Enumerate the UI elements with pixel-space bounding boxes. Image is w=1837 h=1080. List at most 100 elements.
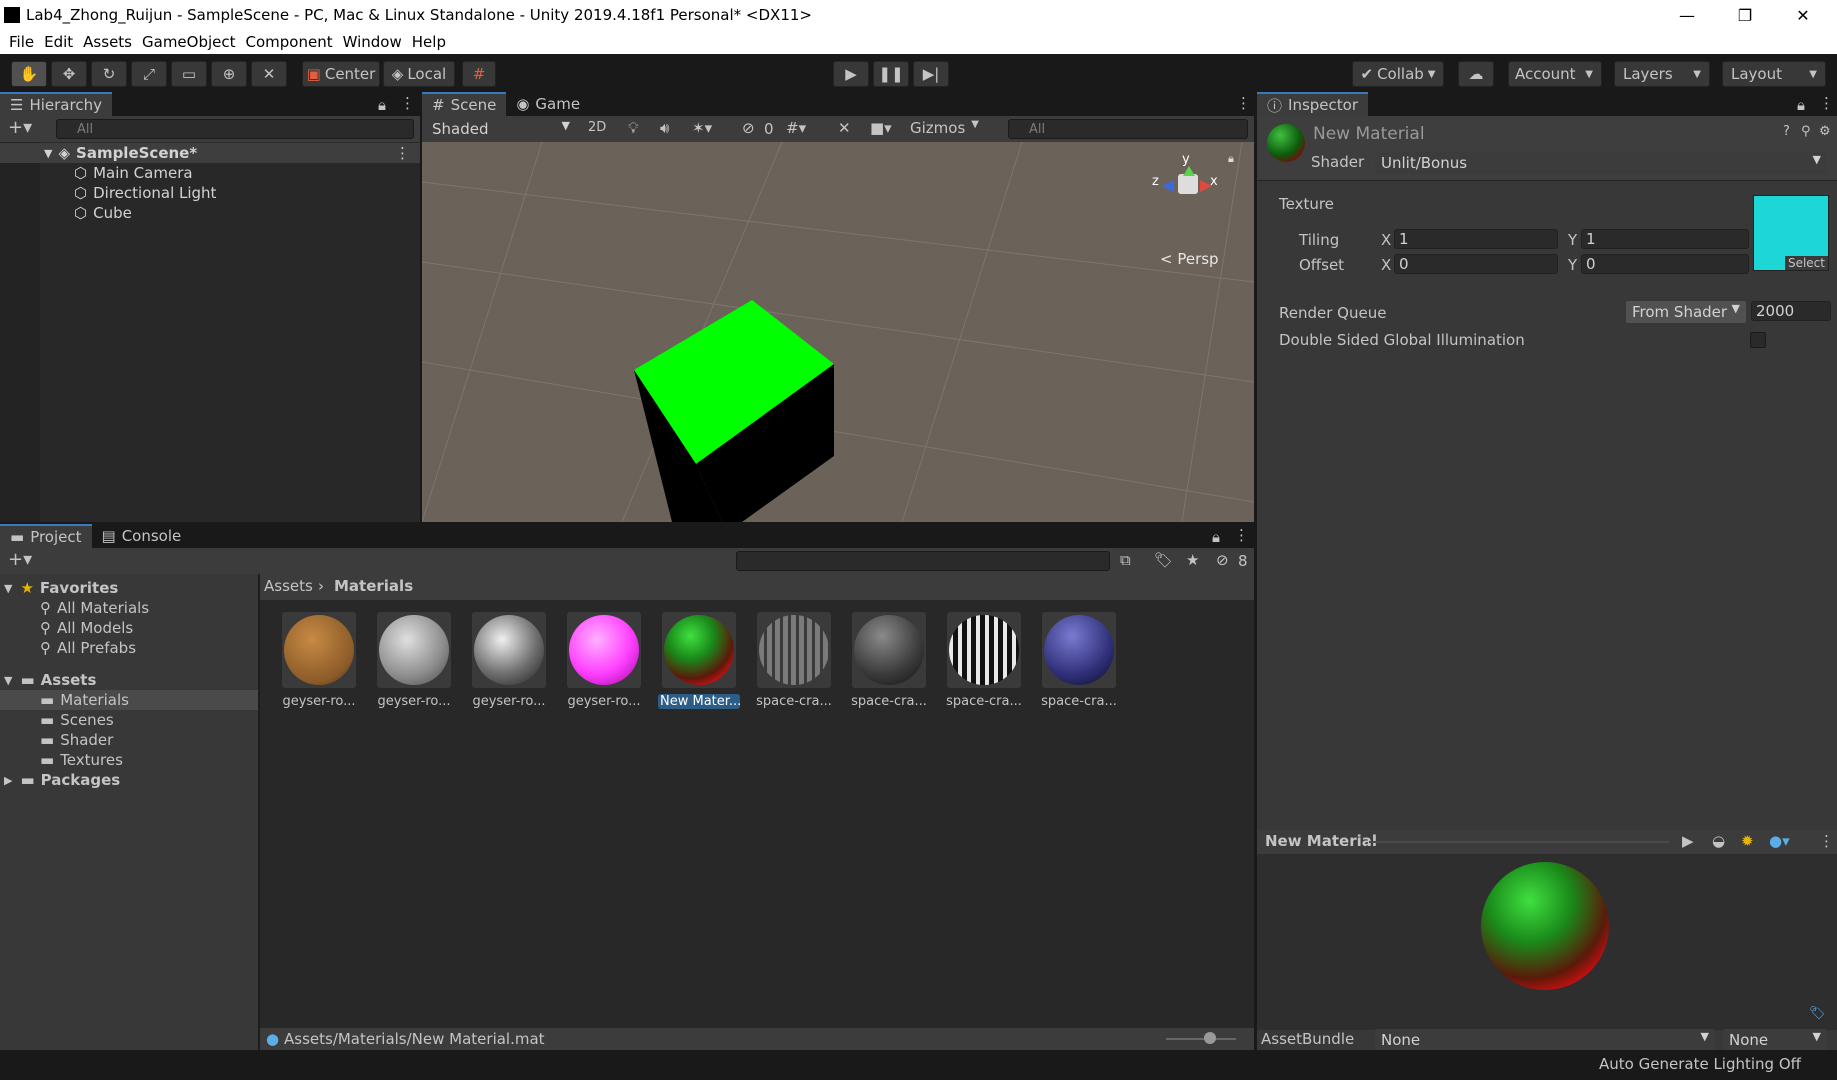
double-sided-gi-checkbox[interactable]	[1750, 332, 1766, 348]
hierarchy-item-directional-light[interactable]: ⬡ Directional Light	[74, 183, 216, 203]
thumbnail-size-slider[interactable]	[1166, 1038, 1236, 1040]
menu-window[interactable]: Window	[342, 33, 403, 51]
asset-item[interactable]: space-cra...	[943, 612, 1025, 709]
transform-tool-button[interactable]: ⊕	[211, 61, 247, 87]
assetbundle-dropdown[interactable]: None ▼	[1375, 1029, 1715, 1051]
hidden-objects-icon[interactable]: ⊘	[742, 119, 755, 137]
folder-shader[interactable]: ▬ Shader	[40, 730, 113, 750]
shader-dropdown[interactable]: Unlit/Bonus ▼	[1375, 152, 1827, 174]
asset-item[interactable]: space-cra...	[753, 612, 835, 709]
minimize-button[interactable]: —	[1658, 0, 1716, 30]
hierarchy-item-cube[interactable]: ⬡ Cube	[74, 203, 132, 223]
close-button[interactable]: ✕	[1774, 0, 1832, 30]
offset-x-field[interactable]: 0	[1394, 254, 1558, 274]
tiling-x-field[interactable]: 1	[1394, 229, 1558, 249]
menu-edit[interactable]: Edit	[43, 33, 74, 51]
more-menu-icon[interactable]: ⋮	[1234, 526, 1249, 544]
tab-hierarchy[interactable]: ☰ Hierarchy	[0, 92, 112, 116]
favorite-star-icon[interactable]: ★	[1186, 551, 1199, 569]
expand-arrow-icon[interactable]: ▼	[44, 147, 52, 160]
tab-scene[interactable]: # Scene	[422, 92, 507, 116]
favorite-all-models[interactable]: ⚲ All Models	[40, 618, 133, 638]
menu-help[interactable]: Help	[411, 33, 447, 51]
play-button[interactable]: ▶	[833, 61, 869, 87]
offset-y-field[interactable]: 0	[1581, 254, 1749, 274]
gizmo-y-cone[interactable]	[1183, 166, 1195, 176]
custom-tool-button[interactable]: ✕	[251, 61, 287, 87]
splitter[interactable]	[258, 574, 260, 1050]
audio-icon[interactable]: 🔊︎	[660, 119, 669, 137]
search-by-label-icon[interactable]: 🏷︎	[1154, 551, 1173, 569]
2d-toggle[interactable]: 2D	[588, 120, 606, 135]
more-menu-icon[interactable]: ⋮	[1819, 94, 1834, 112]
favorite-all-materials[interactable]: ⚲ All Materials	[40, 598, 149, 618]
texture-slot[interactable]: Select	[1753, 195, 1829, 271]
lighting-icon[interactable]: 💡︎	[628, 119, 639, 137]
asset-label-icon[interactable]: 🏷︎	[1809, 1006, 1826, 1021]
menu-gameobject[interactable]: GameObject	[141, 33, 237, 51]
pause-button[interactable]: ❚❚	[873, 61, 909, 87]
effects-icon[interactable]: ✶▾	[692, 119, 712, 137]
space-toggle[interactable]: ◈ Local	[383, 61, 455, 87]
project-search-input[interactable]	[736, 551, 1110, 571]
asset-item[interactable]: geyser-ro...	[563, 612, 645, 709]
packages-row[interactable]: ▶ ▬ Packages	[4, 770, 120, 790]
add-icon[interactable]: +▾	[8, 117, 32, 138]
more-menu-icon[interactable]: ⋮	[1236, 94, 1251, 112]
assetbundle-variant-dropdown[interactable]: None ▼	[1723, 1029, 1827, 1051]
help-icon[interactable]: ?	[1783, 124, 1790, 139]
assets-row[interactable]: ▼ ▬ Assets	[4, 670, 96, 690]
asset-item[interactable]: geyser-ro...	[468, 612, 550, 709]
layout-dropdown[interactable]: Layout ▼	[1722, 61, 1826, 87]
add-icon[interactable]: +▾	[8, 549, 32, 570]
asset-item[interactable]: geyser-ro...	[278, 612, 360, 709]
breadcrumb-assets[interactable]: Assets	[264, 577, 313, 595]
gear-icon[interactable]: ⚙	[1819, 124, 1831, 139]
scene-row[interactable]: ▼ ◈ SampleScene* ⋮	[0, 143, 420, 163]
render-queue-dropdown[interactable]: From Shader ▼	[1626, 301, 1746, 323]
asset-item[interactable]: space-cra...	[848, 612, 930, 709]
hierarchy-search-input[interactable]: All	[56, 119, 414, 139]
preset-icon[interactable]: ⚲	[1801, 124, 1811, 139]
favorite-all-prefabs[interactable]: ⚲ All Prefabs	[40, 638, 136, 658]
play-preview-icon[interactable]: ▶	[1682, 832, 1694, 850]
collapse-arrow-icon[interactable]: ▶	[4, 774, 12, 787]
tiling-y-field[interactable]: 1	[1581, 229, 1749, 249]
favorites-row[interactable]: ▼ ★ Favorites	[4, 578, 118, 598]
asset-item[interactable]: space-cra...	[1038, 612, 1120, 709]
layers-dropdown[interactable]: Layers ▼	[1614, 61, 1710, 87]
tab-console[interactable]: ▤ Console	[92, 524, 192, 548]
pivot-toggle[interactable]: ▣ Center	[302, 61, 380, 87]
expand-arrow-icon[interactable]: ▼	[4, 674, 12, 687]
expand-arrow-icon[interactable]: ▼	[4, 582, 12, 595]
slider-handle[interactable]	[1204, 1032, 1216, 1044]
light-toggle-icon[interactable]: ✹	[1741, 832, 1754, 850]
scene-menu-icon[interactable]: ⋮	[395, 144, 410, 162]
scene-search-input[interactable]: All	[1008, 119, 1248, 139]
persp-label[interactable]: < Persp	[1160, 250, 1219, 268]
cloud-button[interactable]: ☁	[1458, 61, 1494, 87]
account-dropdown[interactable]: Account ▼	[1508, 61, 1602, 87]
gizmos-dropdown[interactable]: Gizmos ▼	[910, 119, 979, 137]
hierarchy-item-main-camera[interactable]: ⬡ Main Camera	[74, 163, 193, 183]
breadcrumb-materials[interactable]: Materials	[334, 577, 413, 595]
collab-dropdown[interactable]: ✔ Collab ▼	[1352, 61, 1444, 87]
more-menu-icon[interactable]: ⋮	[400, 94, 415, 112]
rect-tool-button[interactable]: ▭	[171, 61, 207, 87]
tab-project[interactable]: ▬ Project	[0, 524, 92, 548]
preview-shape-icon[interactable]: ●▾	[1769, 832, 1790, 850]
texture-select-button[interactable]: Select	[1784, 256, 1828, 270]
snap-button[interactable]: #	[462, 61, 496, 87]
preview-drag-handle[interactable]	[1369, 841, 1669, 843]
asset-item[interactable]: geyser-ro...	[373, 612, 455, 709]
more-menu-icon[interactable]: ⋮	[1819, 832, 1834, 850]
menu-component[interactable]: Component	[245, 33, 334, 51]
folder-scenes[interactable]: ▬ Scenes	[40, 710, 114, 730]
restore-button[interactable]: ❐	[1716, 0, 1774, 30]
lock-icon[interactable]: 🔒︎	[1797, 96, 1805, 114]
lock-icon[interactable]: 🔒︎	[378, 96, 386, 114]
tab-game[interactable]: ◉ Game	[506, 92, 590, 116]
scale-tool-button[interactable]: ⤢	[131, 61, 167, 87]
folder-textures[interactable]: ▬ Textures	[40, 750, 123, 770]
folder-materials[interactable]: ▬ Materials	[0, 690, 258, 710]
